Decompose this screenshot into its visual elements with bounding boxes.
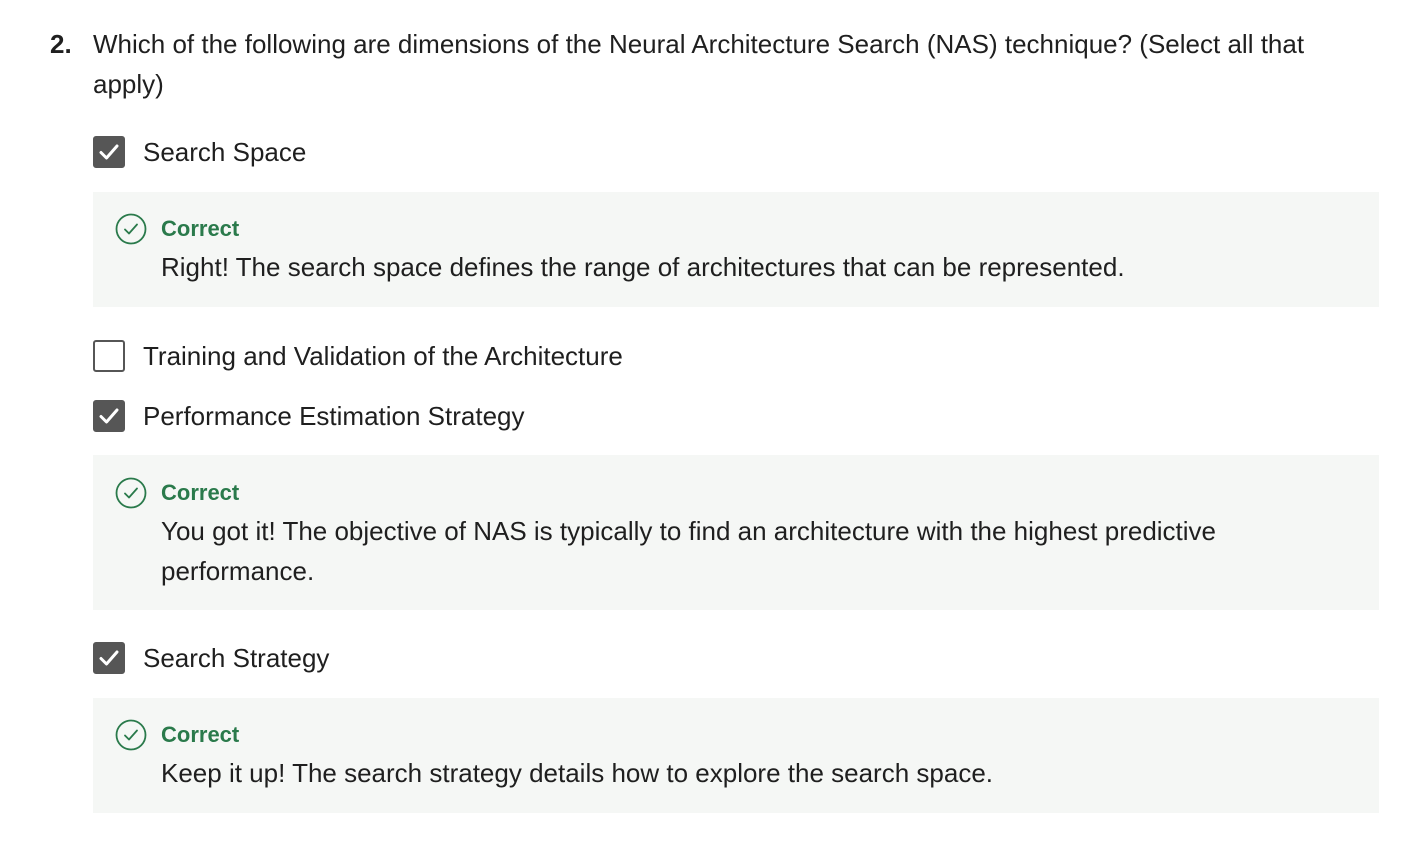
option-label: Training and Validation of the Architect… [143, 341, 623, 371]
feedback-text: Right! The search space defines the rang… [161, 252, 1125, 282]
check-circle-icon [115, 719, 147, 751]
checkbox-search-strategy[interactable] [93, 642, 125, 674]
question-text: Which of the following are dimensions of… [93, 29, 1305, 99]
quiz-question: 2. Which of the following are dimensions… [50, 24, 1380, 104]
feedback-status: Correct [161, 216, 240, 241]
question-number: 2. [50, 29, 72, 59]
option-label: Performance Estimation Strategy [143, 401, 525, 431]
feedback-text: You got it! The objective of NAS is typi… [161, 516, 1217, 586]
feedback-search-strategy: Correct Keep it up! The search strategy … [93, 698, 1379, 813]
option-search-space[interactable]: Search Space [93, 136, 306, 168]
option-label: Search Space [143, 137, 307, 167]
option-search-strategy[interactable]: Search Strategy [93, 642, 329, 674]
check-icon [99, 144, 119, 160]
option-performance-estimation[interactable]: Performance Estimation Strategy [93, 400, 525, 432]
checkbox-performance-estimation[interactable] [93, 400, 125, 432]
check-icon [99, 408, 119, 424]
feedback-text: Keep it up! The search strategy details … [161, 758, 993, 788]
feedback-status: Correct [161, 480, 240, 505]
checkbox-training-validation[interactable] [93, 340, 125, 372]
checkbox-search-space[interactable] [93, 136, 125, 168]
feedback-search-space: Correct Right! The search space defines … [93, 192, 1379, 307]
check-icon [99, 650, 119, 666]
option-training-validation[interactable]: Training and Validation of the Architect… [93, 340, 623, 372]
check-circle-icon [115, 213, 147, 245]
option-label: Search Strategy [143, 643, 330, 673]
check-circle-icon [115, 477, 147, 509]
feedback-performance-estimation: Correct You got it! The objective of NAS… [93, 455, 1379, 610]
feedback-status: Correct [161, 722, 240, 747]
question-header: 2. Which of the following are dimensions… [50, 24, 1380, 104]
